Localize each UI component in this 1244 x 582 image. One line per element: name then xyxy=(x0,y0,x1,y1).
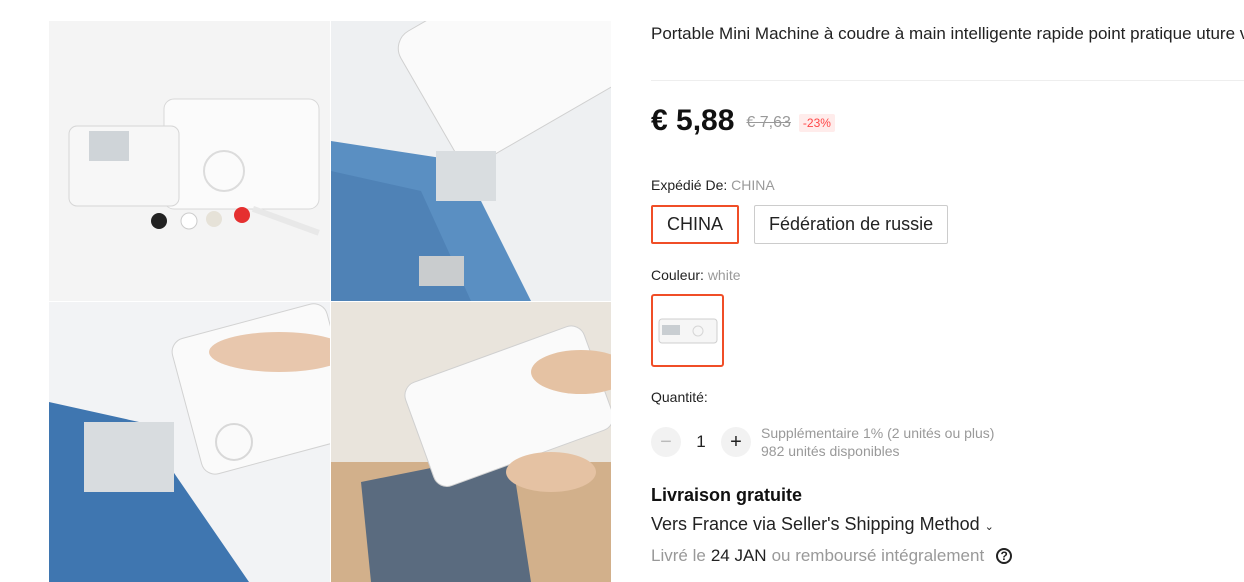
price-row: € 5,88 € 7,63 -23% xyxy=(651,102,835,140)
product-title: Portable Mini Machine à coudre à main in… xyxy=(651,24,1244,43)
ship-from-options: CHINA Fédération de russie xyxy=(651,205,949,244)
quantity-note: Supplémentaire 1% (2 unités ou plus) 982… xyxy=(761,424,994,460)
color-swatch-white[interactable] xyxy=(651,294,724,367)
delivery-date: 24 JAN xyxy=(710,546,767,565)
current-price: € 5,88 xyxy=(651,104,735,137)
color-label-text: Couleur: xyxy=(651,267,704,283)
quantity-increase-button[interactable]: + xyxy=(721,427,751,457)
quantity-label: Quantité: xyxy=(651,389,708,405)
delivery-suffix: ou remboursé intégralement xyxy=(771,546,985,565)
product-photo-hand-holding-machine xyxy=(49,302,330,582)
product-photo-machine-accessories xyxy=(49,21,330,301)
product-photo-sewing-fabric xyxy=(331,21,611,301)
quantity-value[interactable]: 1 xyxy=(681,432,721,452)
ship-from-label-text: Expédié De: xyxy=(651,177,728,193)
swatch-thumbnail-image xyxy=(658,318,717,343)
ship-from-label: Expédié De: CHINA xyxy=(651,177,775,193)
delivery-estimate: Livré le 24 JAN ou remboursé intégraleme… xyxy=(651,546,1013,566)
ship-from-option-russia[interactable]: Fédération de russie xyxy=(754,205,949,244)
bulk-discount-note: Supplémentaire 1% (2 unités ou plus) xyxy=(761,425,995,441)
chevron-down-icon: ⌄ xyxy=(984,521,994,533)
product-details-panel: Portable Mini Machine à coudre à main in… xyxy=(651,0,1244,582)
shipping-method-selector[interactable]: Vers France via Seller's Shipping Method… xyxy=(651,514,994,535)
color-label: Couleur: white xyxy=(651,267,741,283)
original-price: € 7,63 xyxy=(746,114,791,131)
quantity-stepper: − 1 + Supplémentaire 1% (2 unités ou plu… xyxy=(651,424,994,460)
help-circle-icon[interactable]: ? xyxy=(996,548,1013,564)
color-selected: white xyxy=(707,267,741,283)
product-photo-sewing-jeans xyxy=(331,302,611,582)
ship-from-selected: CHINA xyxy=(731,177,775,193)
delivery-prefix: Livré le xyxy=(651,546,706,565)
discount-badge: -23% xyxy=(798,114,835,132)
title-divider xyxy=(651,80,1244,81)
product-image-gallery[interactable] xyxy=(49,21,611,582)
shipping-method-text: Vers France via Seller's Shipping Method xyxy=(651,514,980,534)
ship-from-option-china[interactable]: CHINA xyxy=(651,205,740,244)
free-shipping-title: Livraison gratuite xyxy=(651,485,803,505)
stock-available-note: 982 unités disponibles xyxy=(761,443,900,459)
quantity-decrease-button[interactable]: − xyxy=(651,427,681,457)
